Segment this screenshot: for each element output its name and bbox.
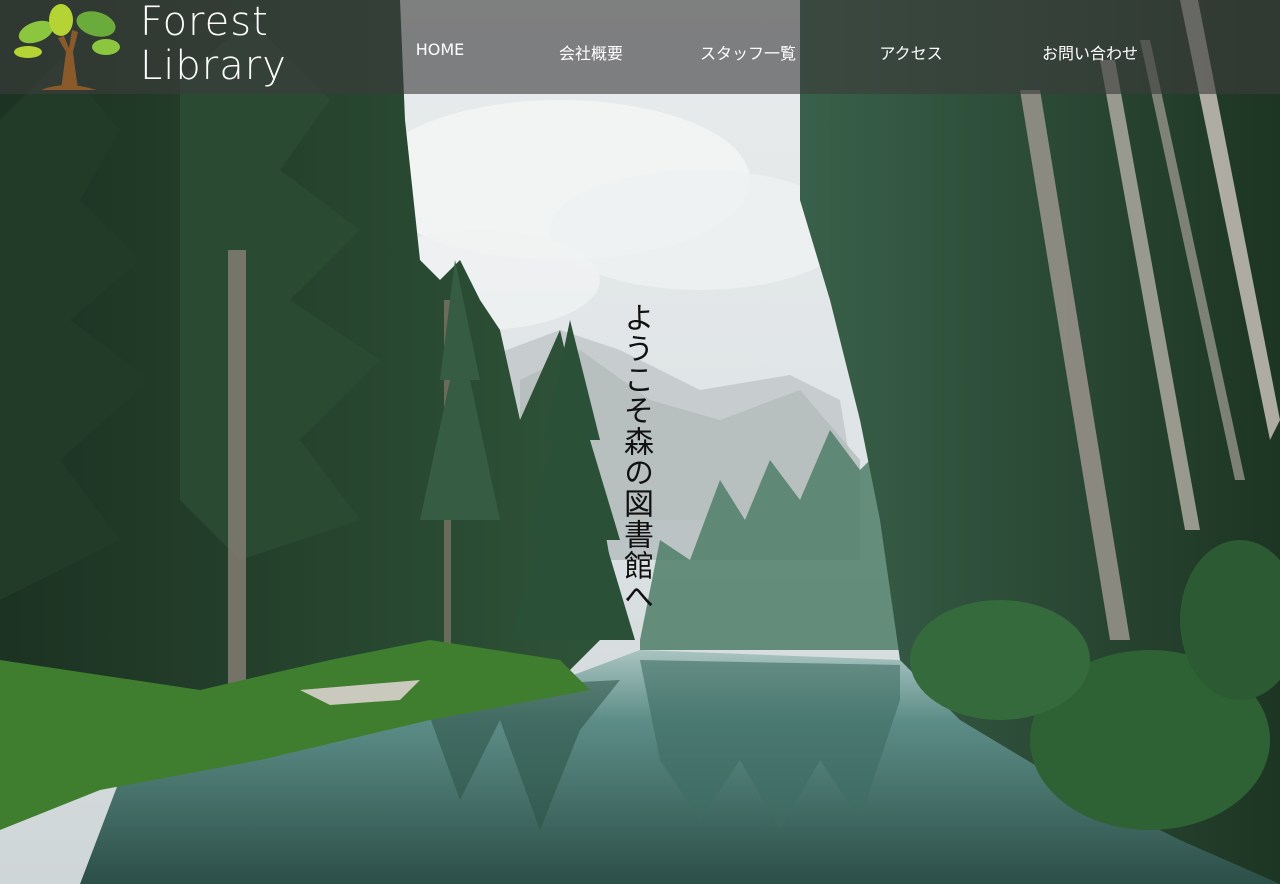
welcome-heading: ようこそ森の図書館へ <box>618 302 653 612</box>
main-nav: HOME 会社概要 スタッフ一覧 アクセス お問い合わせ <box>0 0 1280 94</box>
page: Forest Library HOME 会社概要 スタッフ一覧 アクセス お問い… <box>0 0 1280 884</box>
site-header: Forest Library HOME 会社概要 スタッフ一覧 アクセス お問い… <box>0 0 1280 94</box>
nav-contact[interactable]: お問い合わせ <box>1042 40 1138 64</box>
nav-company[interactable]: 会社概要 <box>559 40 623 64</box>
nav-home[interactable]: HOME <box>416 40 465 59</box>
nav-staff[interactable]: スタッフ一覧 <box>700 40 796 64</box>
nav-access[interactable]: アクセス <box>879 40 942 64</box>
